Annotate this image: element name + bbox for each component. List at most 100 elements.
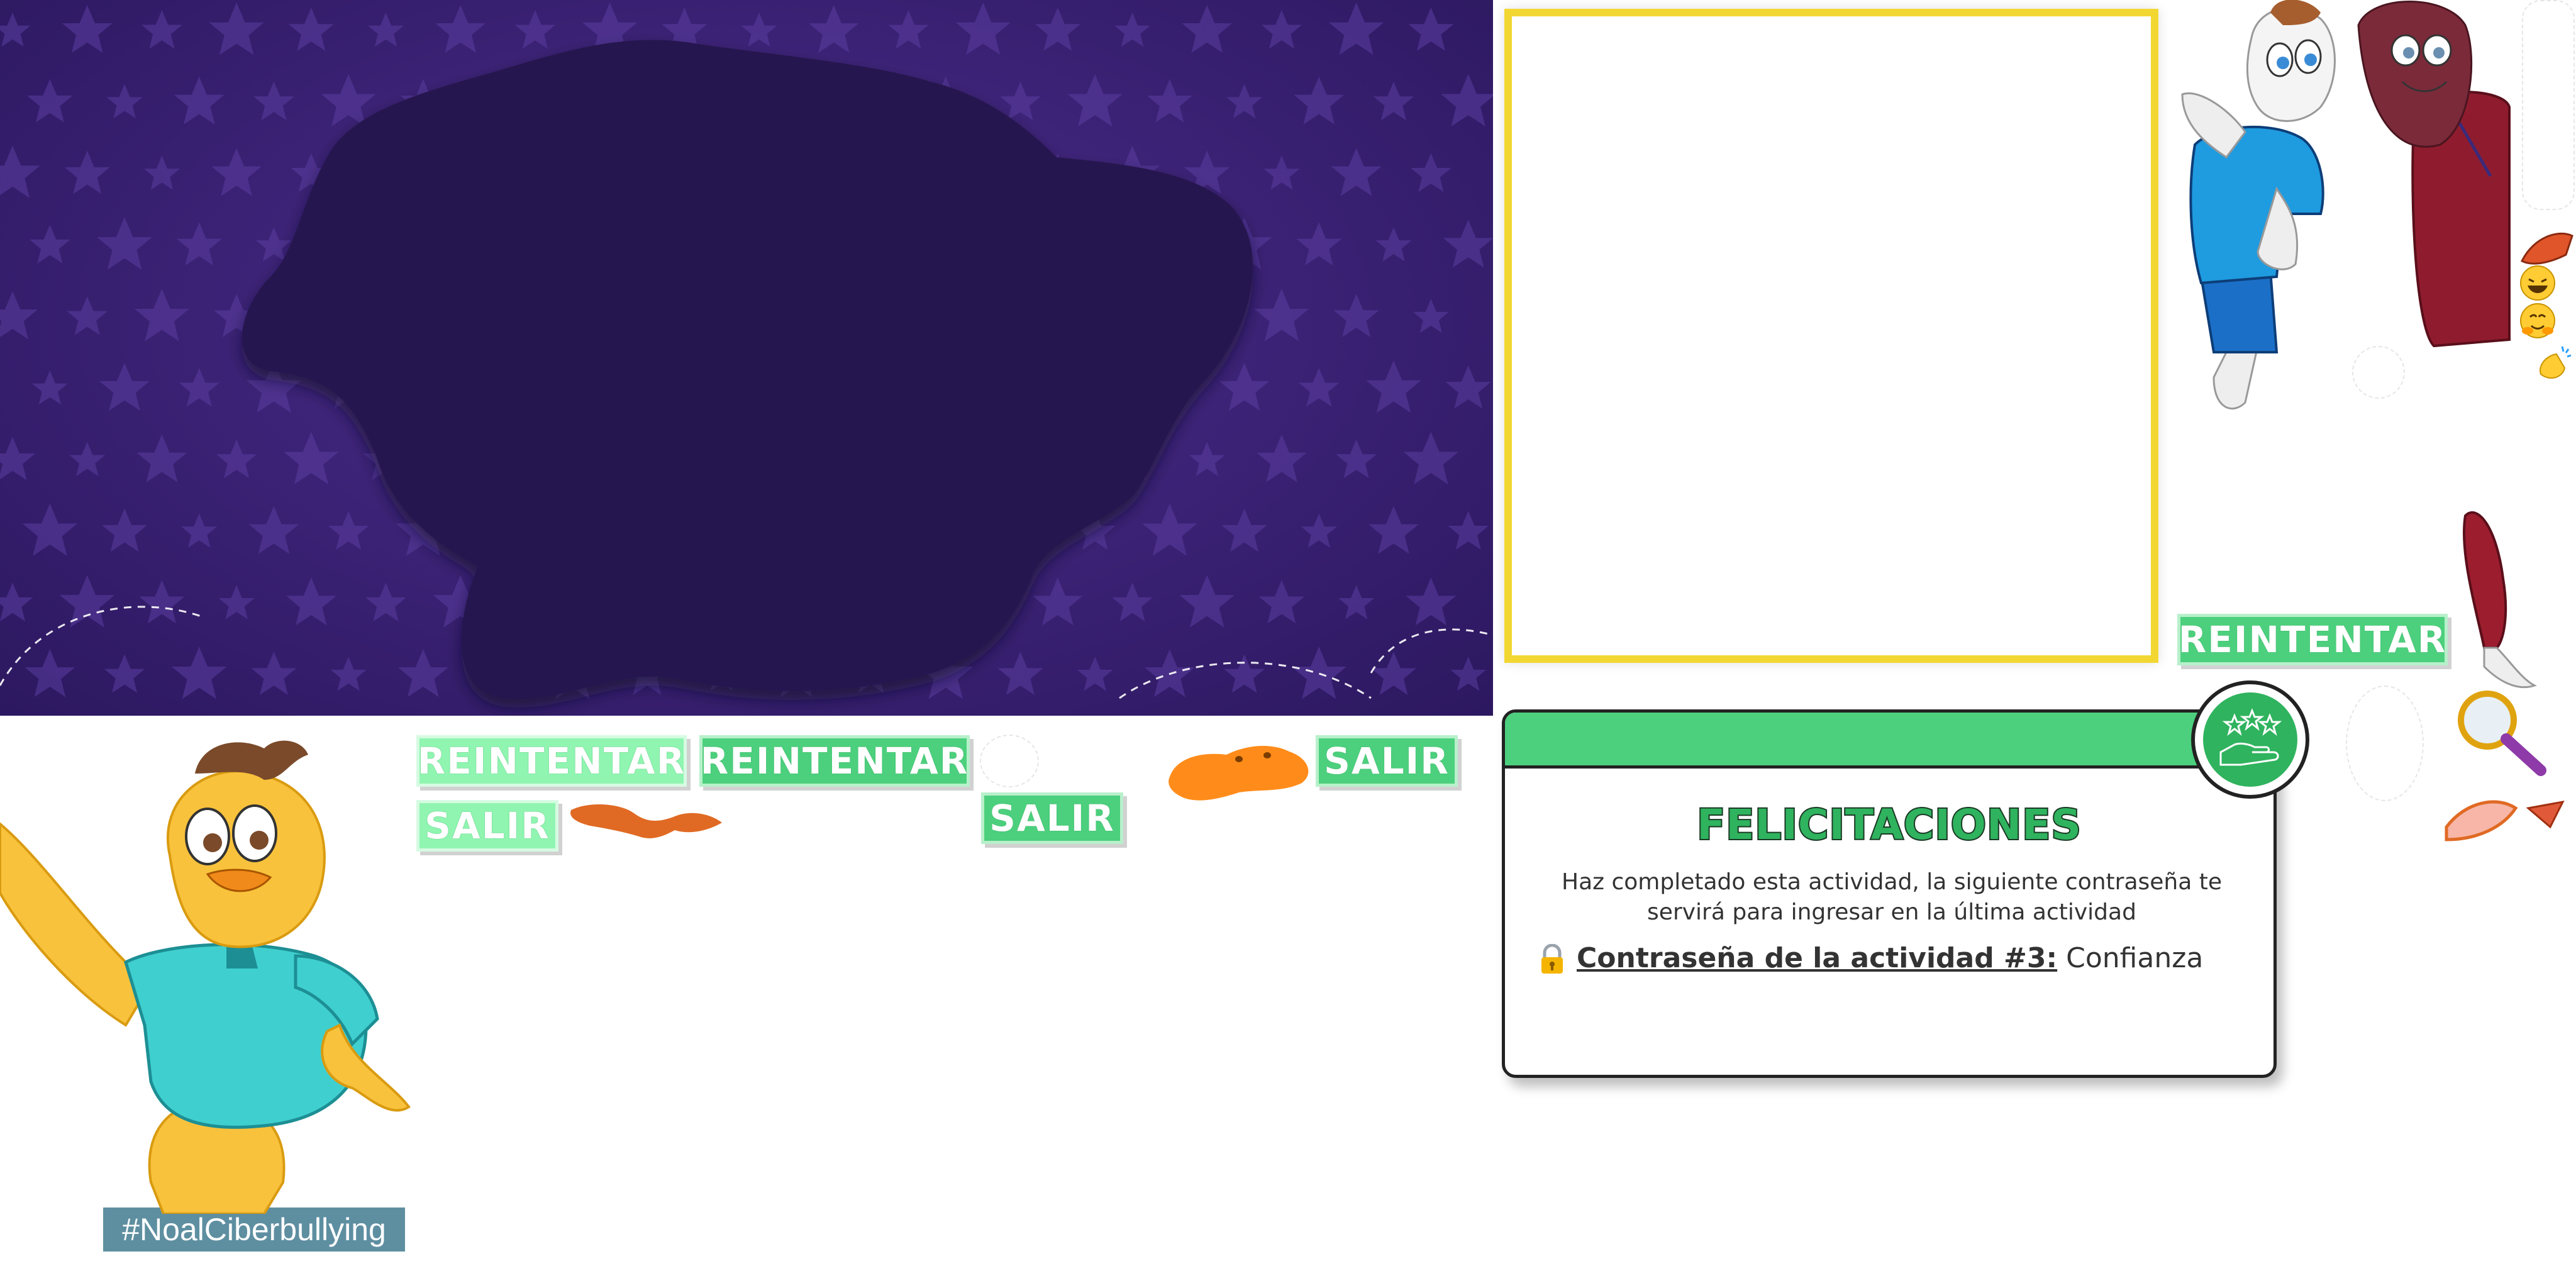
paint-brush-icon bbox=[2462, 511, 2537, 689]
girl-character bbox=[2357, 1, 2511, 348]
background-star bbox=[209, 3, 264, 55]
purple-star-background bbox=[0, 0, 1493, 716]
background-star bbox=[1370, 652, 1417, 695]
background-star bbox=[514, 10, 556, 49]
background-star bbox=[27, 79, 73, 123]
retry-button[interactable]: REINTENTAR bbox=[416, 735, 687, 787]
background-star bbox=[179, 368, 220, 407]
exit-button[interactable]: SALIR bbox=[1316, 735, 1458, 787]
background-star bbox=[1408, 8, 1454, 51]
background-star bbox=[101, 508, 148, 552]
background-star bbox=[248, 506, 299, 554]
background-star bbox=[328, 511, 369, 550]
background-star bbox=[955, 3, 1011, 55]
background-star bbox=[330, 657, 367, 691]
background-star bbox=[1263, 155, 1300, 190]
background-star bbox=[211, 148, 262, 196]
background-star bbox=[1179, 575, 1235, 628]
background-star bbox=[997, 652, 1043, 695]
background-star bbox=[218, 585, 255, 619]
background-star bbox=[435, 5, 486, 53]
background-star bbox=[1032, 577, 1083, 626]
faint-placeholder bbox=[980, 735, 1039, 787]
background-star bbox=[1336, 439, 1377, 479]
background-star bbox=[106, 84, 143, 119]
exit-button[interactable]: SALIR bbox=[981, 792, 1123, 844]
background-star bbox=[1328, 3, 1384, 55]
background-star bbox=[1257, 434, 1307, 482]
background-star bbox=[808, 5, 859, 53]
background-star bbox=[1219, 363, 1270, 411]
background-star bbox=[1067, 74, 1123, 127]
background-star bbox=[134, 289, 190, 341]
background-star bbox=[142, 10, 182, 49]
background-star bbox=[1296, 222, 1342, 266]
background-star bbox=[97, 217, 152, 270]
retry-button[interactable]: REINTENTAR bbox=[2177, 614, 2448, 665]
faint-placeholder bbox=[2352, 346, 2405, 399]
background-star bbox=[1226, 84, 1263, 119]
boy-character bbox=[2181, 0, 2336, 409]
background-star bbox=[22, 503, 78, 556]
background-star bbox=[1182, 5, 1233, 53]
background-star bbox=[1366, 360, 1421, 413]
background-star bbox=[1373, 81, 1414, 121]
background-star bbox=[174, 76, 225, 125]
background-star bbox=[1189, 441, 1225, 477]
background-star bbox=[1375, 227, 1412, 262]
laughing-emoji-icon bbox=[2520, 265, 2555, 301]
retry-button[interactable]: REINTENTAR bbox=[699, 735, 970, 787]
hashtag-label: #NoalCiberbullying bbox=[103, 1208, 405, 1252]
background-star bbox=[0, 145, 40, 198]
background-star bbox=[143, 155, 180, 190]
background-star bbox=[1443, 219, 1493, 268]
background-star bbox=[1413, 299, 1449, 333]
exit-button[interactable]: SALIR bbox=[416, 800, 558, 852]
background-star bbox=[1301, 513, 1337, 548]
card-header bbox=[1505, 713, 2273, 769]
background-star bbox=[1035, 8, 1080, 51]
background-star bbox=[1333, 294, 1379, 337]
star-pattern bbox=[0, 3, 1493, 699]
password-label: Contraseña de la actividad #3: bbox=[1577, 942, 2058, 974]
background-star bbox=[1261, 10, 1302, 49]
faint-placeholder bbox=[2346, 686, 2424, 801]
background-star bbox=[741, 13, 777, 47]
background-star bbox=[139, 580, 185, 624]
background-star bbox=[1440, 74, 1493, 127]
background-star bbox=[136, 434, 187, 482]
clapping-hands-icon bbox=[2540, 346, 2572, 379]
background-star bbox=[286, 577, 336, 626]
background-star bbox=[1448, 511, 1489, 550]
background-star bbox=[30, 225, 70, 264]
background-star bbox=[1298, 368, 1340, 407]
background-star bbox=[1450, 657, 1487, 691]
background-star bbox=[1258, 580, 1304, 624]
background-star bbox=[67, 296, 108, 335]
background-star bbox=[1224, 654, 1265, 693]
background-star bbox=[1338, 585, 1375, 619]
speech-bubble-icon bbox=[2445, 800, 2565, 841]
background-star bbox=[365, 582, 406, 621]
background-star bbox=[253, 81, 294, 121]
background-star bbox=[1254, 289, 1309, 341]
faint-placeholder bbox=[2522, 0, 2575, 210]
background-star bbox=[397, 649, 448, 697]
card-message: Haz completado esta actividad, la siguie… bbox=[1562, 869, 2223, 925]
background-star bbox=[0, 582, 33, 621]
background-star bbox=[172, 647, 227, 699]
background-star bbox=[99, 363, 150, 411]
speech-bubble-icon bbox=[570, 804, 722, 838]
password-line: Contraseña de la actividad #3: Confianza bbox=[1536, 942, 2228, 975]
background-star bbox=[1142, 503, 1197, 556]
background-star bbox=[284, 431, 339, 485]
congrats-card: FELICITACIONES Haz completado esta activ… bbox=[1502, 709, 2277, 1078]
background-star bbox=[1294, 76, 1345, 125]
password-value: Confianza bbox=[2066, 942, 2204, 974]
background-star bbox=[1445, 365, 1491, 409]
background-star bbox=[60, 575, 115, 628]
card-title: FELICITACIONES bbox=[1696, 799, 2082, 850]
background-star bbox=[1077, 657, 1113, 691]
background-star bbox=[176, 222, 222, 266]
background-star bbox=[181, 513, 218, 548]
